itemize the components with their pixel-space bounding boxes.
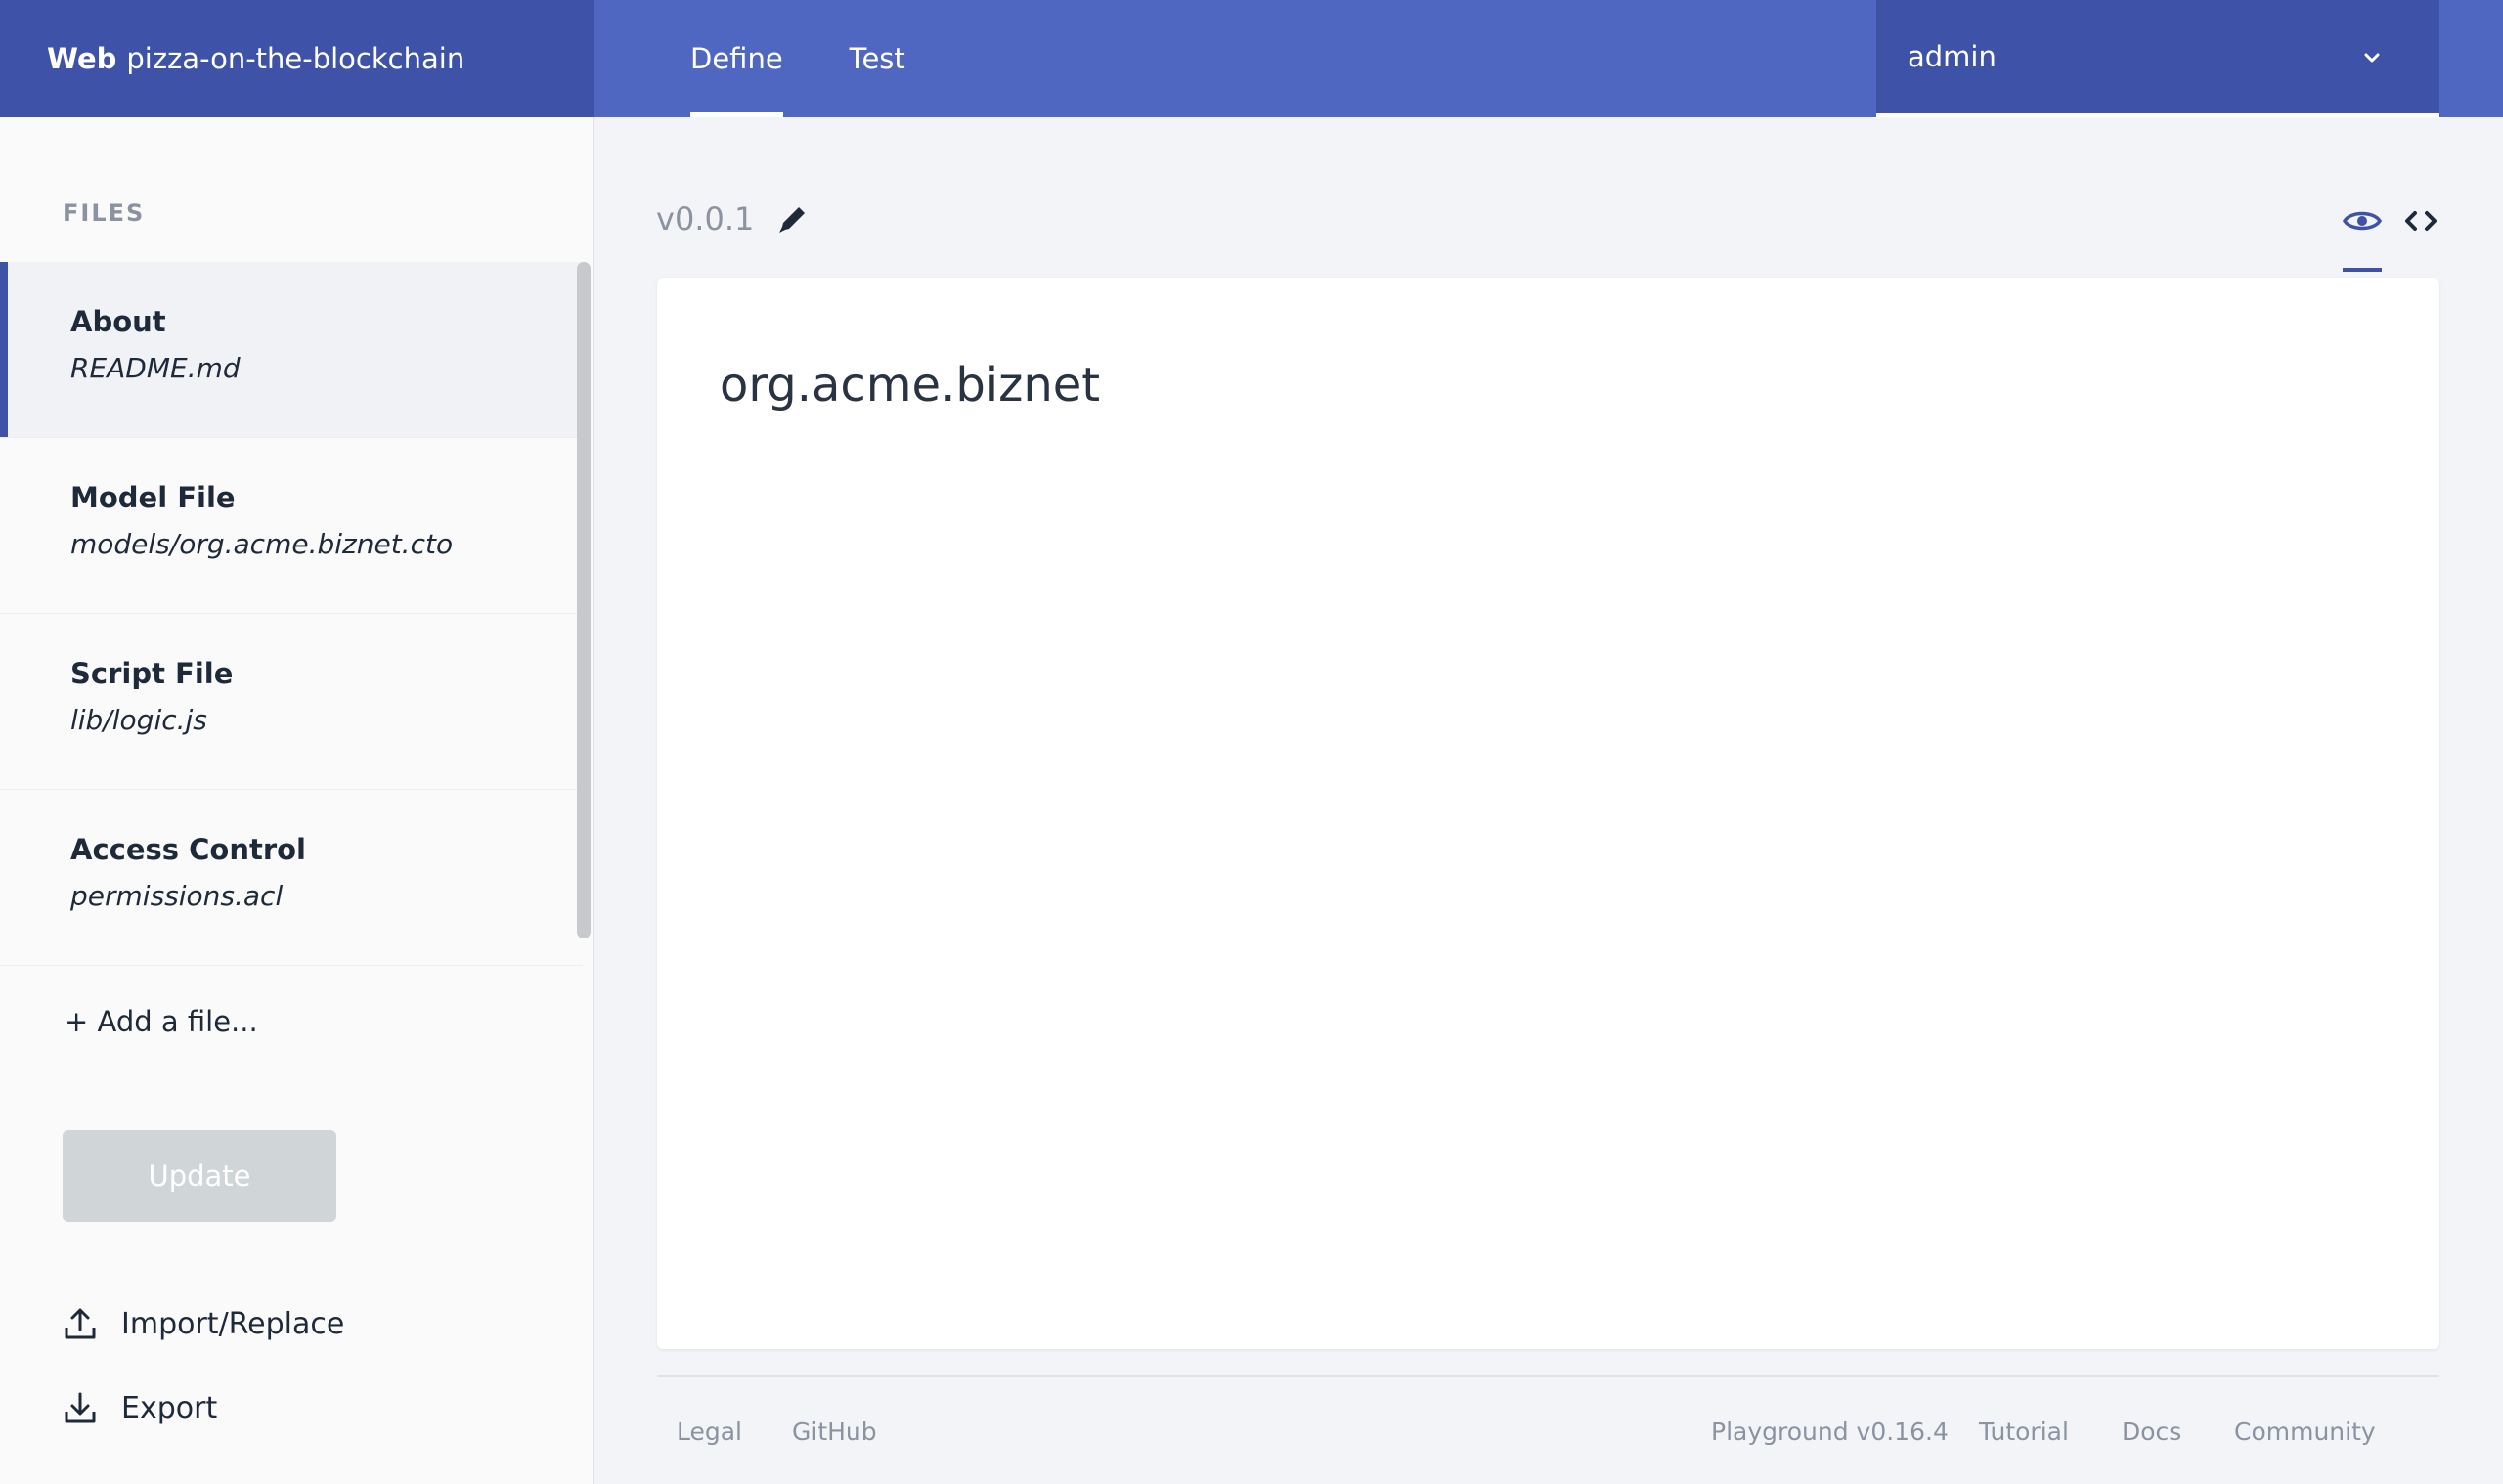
export-button[interactable]: Export	[63, 1390, 217, 1425]
export-label: Export	[121, 1390, 218, 1425]
files-sidebar: FILES About README.md Model File models/…	[0, 117, 594, 1484]
file-item-model[interactable]: Model File models/org.acme.biznet.cto	[0, 438, 583, 614]
import-replace-label: Import/Replace	[121, 1306, 345, 1341]
files-heading: FILES	[63, 199, 146, 227]
file-list: About README.md Model File models/org.ac…	[0, 262, 583, 966]
file-item-name: Access Control	[70, 833, 306, 866]
top-bar: Web pizza-on-the-blockchain Define Test …	[0, 0, 2503, 117]
readme-preview: org.acme.biznet	[657, 278, 2439, 1349]
file-item-script[interactable]: Script File lib/logic.js	[0, 614, 583, 790]
code-icon[interactable]	[2399, 199, 2442, 242]
footer-legal-link[interactable]: Legal	[677, 1418, 742, 1446]
app-brand[interactable]: Web pizza-on-the-blockchain	[0, 0, 594, 117]
version-label: v0.0.1	[656, 199, 812, 239]
business-network-name: pizza-on-the-blockchain	[126, 42, 465, 75]
add-file-link[interactable]: + Add a file...	[65, 1005, 258, 1038]
import-replace-button[interactable]: Import/Replace	[63, 1306, 344, 1341]
main-tabs: Define Test	[690, 0, 972, 117]
file-item-name: Script File	[70, 657, 234, 690]
file-item-path: permissions.acl	[70, 880, 284, 912]
file-item-name: Model File	[70, 481, 236, 514]
file-item-access-control[interactable]: Access Control permissions.acl	[0, 790, 583, 966]
chevron-down-icon	[2364, 53, 2380, 63]
file-item-name: About	[70, 305, 166, 338]
footer-github-link[interactable]: GitHub	[792, 1418, 877, 1446]
preview-mode-indicator	[2343, 268, 2382, 272]
document-heading: org.acme.biznet	[720, 358, 1101, 413]
pencil-icon[interactable]	[773, 199, 812, 239]
footer-playground-version: Playground v0.16.4	[1711, 1418, 1949, 1446]
identity-dropdown[interactable]: admin	[1876, 0, 2439, 117]
upload-icon	[65, 1308, 96, 1339]
file-list-scrollbar[interactable]	[577, 262, 591, 938]
eye-icon[interactable]	[2341, 199, 2384, 242]
identity-label: admin	[1908, 40, 1997, 73]
footer-docs-link[interactable]: Docs	[2122, 1418, 2181, 1446]
file-item-path: lib/logic.js	[70, 704, 207, 736]
footer-tutorial-link[interactable]: Tutorial	[1979, 1418, 2069, 1446]
footer-divider	[657, 1375, 2439, 1377]
download-icon	[65, 1392, 96, 1423]
version-number: v0.0.1	[656, 200, 755, 238]
brand-prefix: Web	[47, 42, 117, 75]
file-item-about[interactable]: About README.md	[0, 262, 583, 438]
footer-community-link[interactable]: Community	[2234, 1418, 2376, 1446]
file-item-path: README.md	[70, 352, 241, 384]
file-item-path: models/org.acme.biznet.cto	[70, 528, 454, 560]
tab-test[interactable]: Test	[850, 0, 905, 117]
update-button[interactable]: Update	[63, 1130, 336, 1222]
tab-define[interactable]: Define	[690, 0, 783, 117]
